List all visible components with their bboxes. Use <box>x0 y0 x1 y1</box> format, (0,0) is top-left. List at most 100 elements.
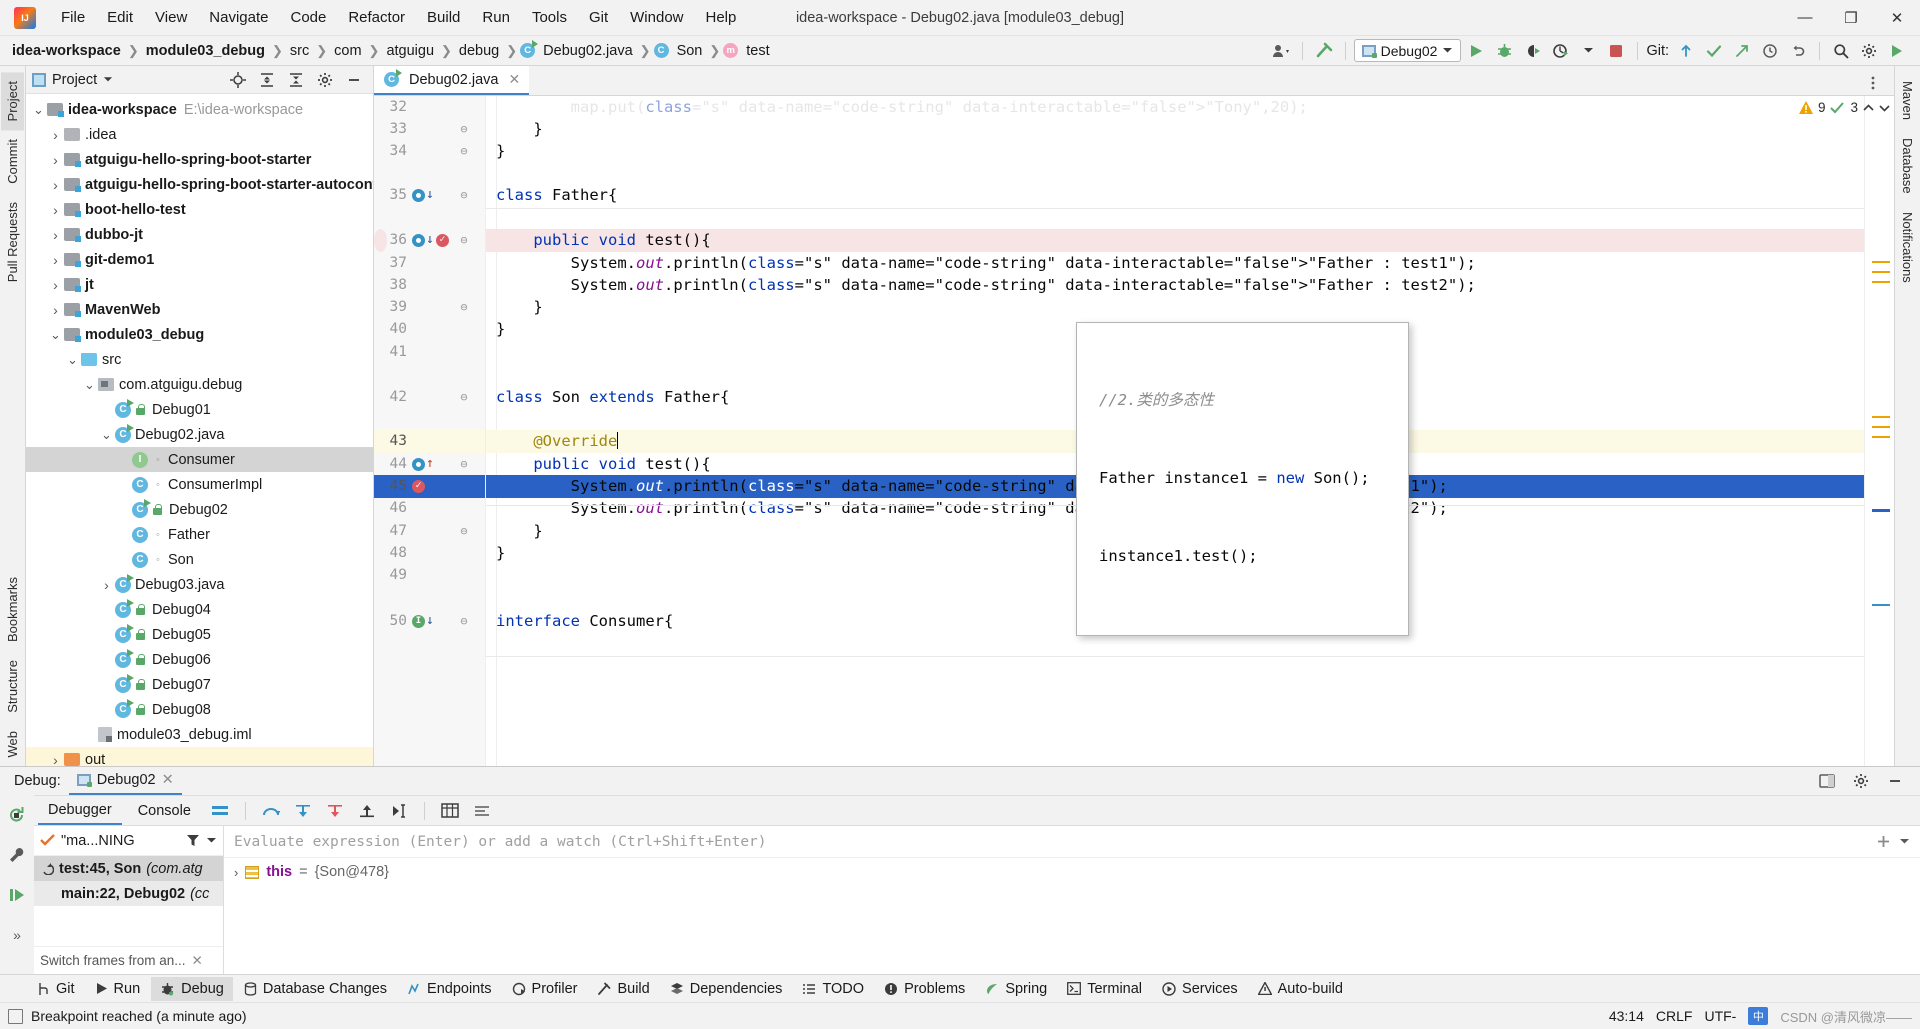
hide-panel-icon[interactable] <box>341 68 367 92</box>
menu-navigate[interactable]: Navigate <box>198 5 279 30</box>
layout-icon[interactable] <box>207 799 233 823</box>
editor-gutter[interactable]: 32 33 ⊖ 34 ⊖ 35 ↓ ⊖ 36 ↓ ⊖ 37 38 39 ⊖ 40 41 42 ⊖ 43 44 ↑ ⊖ 45 46… <box>374 96 486 766</box>
switch-frames-hint[interactable]: Switch frames from an... ✕ <box>34 946 223 974</box>
breadcrumb-src[interactable]: src <box>286 42 313 60</box>
chevron-right-icon[interactable]: › <box>47 177 64 193</box>
hammer-build-icon[interactable] <box>1311 39 1337 63</box>
settings-gear-icon[interactable] <box>1848 769 1874 793</box>
tree-node-dubbo-jt[interactable]: › dubbo-jt <box>26 222 373 247</box>
resume-program-icon[interactable] <box>4 883 30 907</box>
evaluate-expression-icon[interactable] <box>437 799 463 823</box>
sidebar-tab-bookmarks[interactable]: Bookmarks <box>1 568 24 651</box>
editor-code-area[interactable]: 断点打在父类中的方法上，断点执行的是之类的方法 //2.类的多态性 Father… <box>486 96 1894 766</box>
editor-tab-debug02[interactable]: C Debug02.java ✕ <box>374 66 530 95</box>
inspection-sidebar[interactable]: 9 3 <box>1798 96 1894 766</box>
gutter-line-33[interactable]: 33 ⊖ <box>374 118 485 141</box>
gutter-line-47[interactable]: 47 ⊖ <box>374 520 485 543</box>
mute-breakpoints-icon[interactable] <box>469 799 495 823</box>
chevron-right-icon[interactable]: › <box>47 752 64 767</box>
gutter-line-46[interactable]: 46 <box>374 497 485 520</box>
interface-gutter-icon[interactable]: I <box>412 614 425 628</box>
filter-icon[interactable] <box>186 834 200 847</box>
editor-minimap[interactable] <box>1866 96 1894 766</box>
tool-window-debug[interactable]: Debug <box>151 976 233 1001</box>
gutter-line-38[interactable]: 38 <box>374 274 485 297</box>
tree-node-debug01[interactable]: C Debug01 <box>26 397 373 422</box>
sidebar-tab-project[interactable]: Project <box>1 72 24 131</box>
gutter-line-43[interactable]: 43 <box>374 430 485 453</box>
tree-node-debug02-java[interactable]: ⌄ C Debug02.java <box>26 422 373 447</box>
tree-node-mavenweb[interactable]: › MavenWeb <box>26 297 373 322</box>
history-icon[interactable] <box>1757 39 1783 63</box>
menu-git[interactable]: Git <box>578 5 619 30</box>
fold-toggle-icon[interactable]: ⊖ <box>453 453 475 476</box>
fold-toggle-icon[interactable]: ⊖ <box>453 184 475 207</box>
evaluate-expression-row[interactable]: Evaluate expression (Enter) or add a wat… <box>224 826 1920 858</box>
tree-node-boot-hello-test[interactable]: › boot-hello-test <box>26 197 373 222</box>
gutter-line-48[interactable]: 48 <box>374 542 485 565</box>
run-configuration-selector[interactable]: Debug02 <box>1353 39 1462 62</box>
tree-node-debug04[interactable]: C Debug04 <box>26 597 373 622</box>
breakpoint-icon[interactable] <box>435 233 449 247</box>
tree-node-debug08[interactable]: C Debug08 <box>26 697 373 722</box>
tool-window-problems[interactable]: Problems <box>875 977 974 1001</box>
menu-refactor[interactable]: Refactor <box>337 5 416 30</box>
sidebar-tab-database[interactable]: Database <box>1896 129 1919 203</box>
breadcrumb-test[interactable]: m test <box>723 42 773 60</box>
gutter-line-42[interactable]: 42 ⊖ <box>374 386 485 409</box>
chevron-down-icon[interactable] <box>1899 838 1910 845</box>
stop-icon[interactable] <box>1603 39 1629 63</box>
tree-node-debug06[interactable]: C Debug06 <box>26 647 373 672</box>
sidebar-tab-notifications[interactable]: Notifications <box>1896 203 1919 292</box>
tree-node-consumerimpl[interactable]: C ◦ ConsumerImpl <box>26 472 373 497</box>
tool-window-build[interactable]: Build <box>588 977 658 1001</box>
tree-node-father[interactable]: C ◦ Father <box>26 522 373 547</box>
tree-node-debug03-java[interactable]: › C Debug03.java <box>26 572 373 597</box>
chevron-down-icon[interactable]: ⌄ <box>81 378 98 391</box>
tree-node-idea-workspace[interactable]: ⌄ idea-workspace E:\idea-workspace <box>26 97 373 122</box>
chevron-right-icon[interactable]: › <box>47 152 64 168</box>
gutter-line-40[interactable]: 40 <box>374 318 485 341</box>
fold-toggle-icon[interactable]: ⊖ <box>453 386 475 409</box>
tree-node-atguigu-hello-spring-boot-starter-autoconfigu[interactable]: › atguigu-hello-spring-boot-starter-autoc… <box>26 172 373 197</box>
fold-toggle-icon[interactable]: ⊖ <box>453 229 475 252</box>
ide-update-icon[interactable] <box>1884 39 1910 63</box>
more-options-icon[interactable]: » <box>4 923 30 947</box>
breadcrumb-com[interactable]: com <box>330 42 365 60</box>
thread-selector[interactable]: "ma...NING <box>34 826 223 856</box>
sidebar-tab-structure[interactable]: Structure <box>1 651 24 722</box>
tree-node-idea[interactable]: › .idea <box>26 122 373 147</box>
chevron-right-icon[interactable]: › <box>47 227 64 243</box>
menu-file[interactable]: File <box>50 5 96 30</box>
chevron-right-icon[interactable]: › <box>98 577 115 593</box>
caret-position[interactable]: 43:14 <box>1609 1008 1644 1024</box>
tool-window-database-changes[interactable]: Database Changes <box>235 977 396 1001</box>
tab-console[interactable]: Console <box>128 798 201 824</box>
breadcrumb-debug[interactable]: debug <box>455 42 503 60</box>
gutter-line-49[interactable]: 49 <box>374 564 485 587</box>
tree-node-debug05[interactable]: C Debug05 <box>26 622 373 647</box>
fold-toggle-icon[interactable]: ⊖ <box>453 296 475 319</box>
code-line-37[interactable]: System.out.println(class="s" data-name="… <box>486 252 1894 275</box>
frame-row-test[interactable]: test:45, Son (com.atg <box>34 856 223 881</box>
chevron-down-icon[interactable]: ⌄ <box>47 328 64 341</box>
expand-all-icon[interactable] <box>254 68 280 92</box>
maximize-button[interactable]: ❐ <box>1828 0 1874 36</box>
git-commit-icon[interactable] <box>1701 39 1727 63</box>
debug-session-tab[interactable]: Debug02 ✕ <box>68 767 182 795</box>
tool-window-todo[interactable]: TODO <box>793 977 873 1001</box>
menu-view[interactable]: View <box>144 5 198 30</box>
expand-arrow-icon[interactable]: › <box>234 865 238 880</box>
tree-node-module03-debug-iml[interactable]: module03_debug.iml <box>26 722 373 747</box>
breadcrumb-idea-workspace[interactable]: idea-workspace <box>8 42 125 60</box>
settings-gear-icon[interactable] <box>312 68 338 92</box>
gutter-line-37[interactable]: 37 <box>374 252 485 275</box>
fold-toggle-icon[interactable]: ⊖ <box>453 520 475 543</box>
overriding-method-icon[interactable] <box>412 457 425 471</box>
git-push-icon[interactable] <box>1729 39 1755 63</box>
search-icon[interactable] <box>1828 39 1854 63</box>
file-encoding[interactable]: UTF- <box>1704 1008 1736 1024</box>
chevron-right-icon[interactable]: › <box>47 127 64 143</box>
run-coverage-icon[interactable] <box>1519 39 1545 63</box>
menu-build[interactable]: Build <box>416 5 471 30</box>
